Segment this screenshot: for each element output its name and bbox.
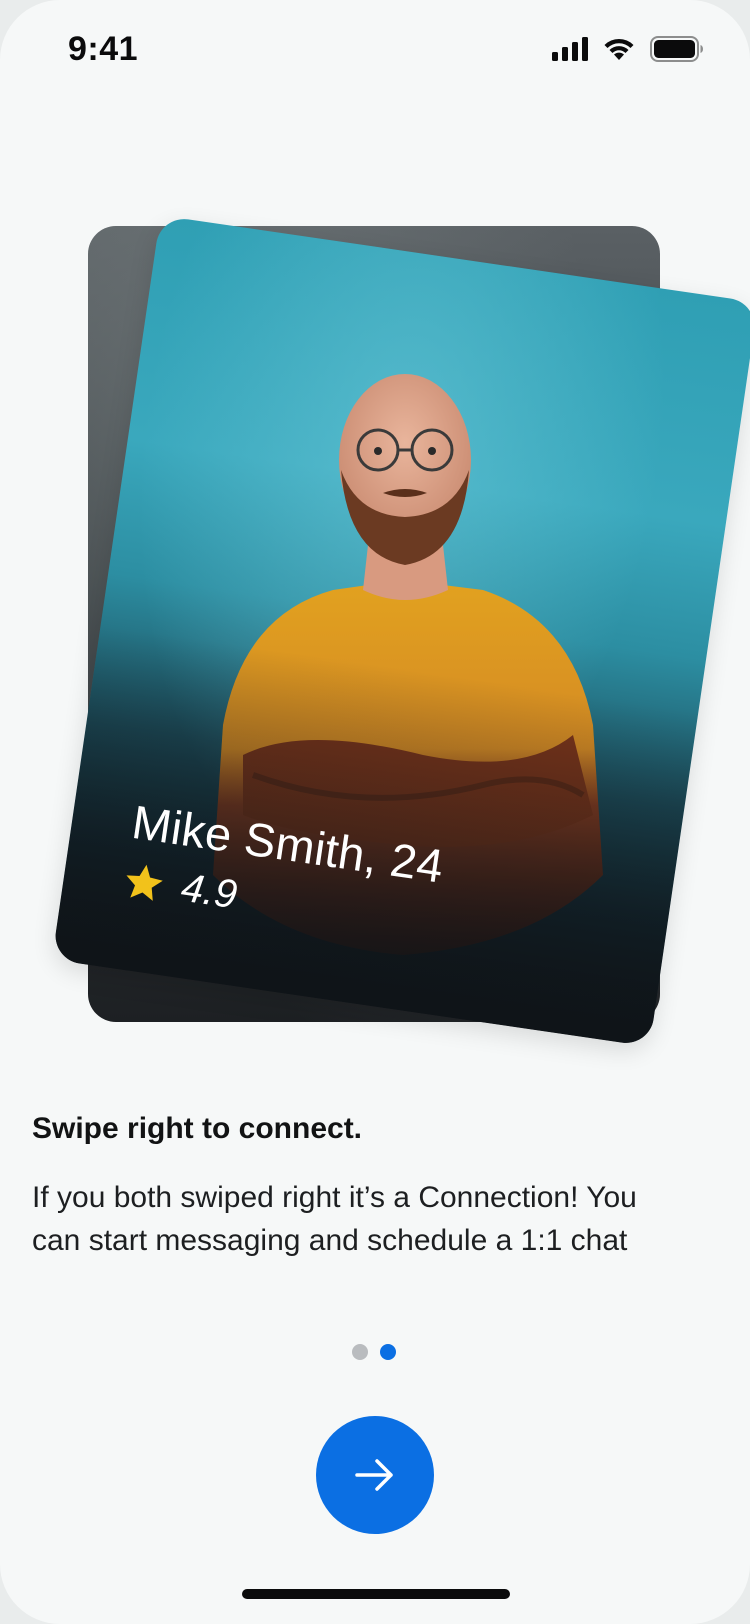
star-icon [126,864,163,901]
onboarding-description: If you both swiped right it’s a Connecti… [32,1181,637,1257]
status-icons [552,36,704,62]
profile-photo [51,215,750,1047]
page-indicator [352,1344,396,1360]
onboarding-headline: Swipe right to connect. [32,1112,363,1145]
home-indicator[interactable] [242,1589,510,1599]
arrow-right-icon [355,1459,393,1491]
next-button[interactable] [316,1416,434,1534]
phone-screen: 9:41 Mike Smith, 24 4.9 Swipe right to c… [0,0,750,1624]
rating-value: 4.9 [178,865,240,918]
wifi-icon [602,36,636,62]
battery-icon [650,36,704,62]
profile-card[interactable]: Mike Smith, 24 4.9 [51,215,750,1047]
cellular-signal-icon [552,37,588,61]
page-dot[interactable] [352,1344,368,1360]
status-time: 9:41 [68,30,139,68]
page-dot-active[interactable] [380,1344,396,1360]
